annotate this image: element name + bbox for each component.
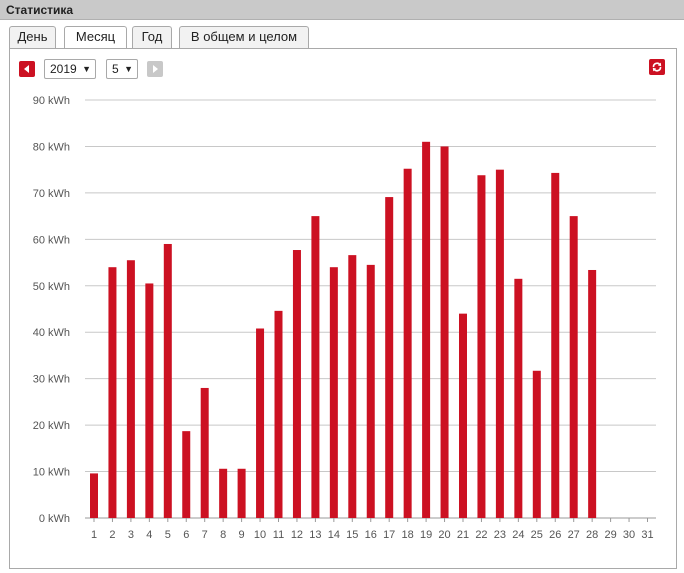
x-tick-label: 13 xyxy=(309,529,321,541)
x-tick-label: 1 xyxy=(91,529,97,541)
bar xyxy=(477,175,486,519)
y-tick-label: 10 kWh xyxy=(33,467,70,479)
bar xyxy=(329,267,338,518)
x-tick-label: 30 xyxy=(623,529,635,541)
bar xyxy=(366,264,375,518)
bar xyxy=(200,387,209,518)
x-tick-label: 26 xyxy=(549,529,561,541)
energy-bar-chart: 0 kWh 10 kWh 20 kWh 30 kWh 40 kWh 50 kWh 60 kW… xyxy=(33,95,656,541)
x-tick-label: 19 xyxy=(420,529,432,541)
x-tick-label: 3 xyxy=(128,529,134,541)
bar xyxy=(237,468,246,518)
x-tick-label: 24 xyxy=(512,529,524,541)
x-tick-label: 8 xyxy=(220,529,226,541)
x-tick-label: 25 xyxy=(531,529,543,541)
bar xyxy=(385,197,394,518)
bar xyxy=(163,243,172,518)
bar xyxy=(182,431,191,518)
y-tick-label: 20 kWh xyxy=(33,420,70,432)
bar xyxy=(459,313,467,518)
y-tick-label: 60 kWh xyxy=(33,234,70,246)
bar xyxy=(274,310,283,518)
bar xyxy=(551,172,560,518)
x-tick-label: 14 xyxy=(328,529,340,541)
x-tick-label: 21 xyxy=(457,529,469,541)
x-tick-label: 6 xyxy=(183,529,189,541)
bar xyxy=(108,267,117,518)
x-tick-label: 20 xyxy=(438,529,450,541)
x-tick-label: 16 xyxy=(365,529,377,541)
x-tick-label: 11 xyxy=(273,529,284,541)
x-tick-label: 27 xyxy=(568,529,580,541)
x-tick-label: 2 xyxy=(109,529,115,541)
x-tick-label: 28 xyxy=(586,529,598,541)
x-tick-label: 7 xyxy=(202,529,208,541)
y-tick-label: 70 kWh xyxy=(33,188,70,200)
bar xyxy=(422,141,431,519)
y-tick-label: 40 kWh xyxy=(33,327,70,339)
bar xyxy=(569,216,578,518)
x-tick-label: 10 xyxy=(254,529,266,541)
bar xyxy=(514,278,523,518)
x-tick-label: 15 xyxy=(346,529,358,541)
x-tick-label: 4 xyxy=(146,529,152,541)
y-tick-label: 50 kWh xyxy=(33,281,70,293)
bar xyxy=(588,269,597,518)
bar xyxy=(292,250,301,518)
bar xyxy=(256,328,265,518)
x-tick-label: 23 xyxy=(494,529,506,541)
bar xyxy=(90,473,98,518)
bar xyxy=(495,169,504,518)
y-tick-label: 0 kWh xyxy=(39,513,70,525)
bar xyxy=(440,146,449,518)
bar xyxy=(348,255,357,518)
y-tick-label: 90 kWh xyxy=(33,95,70,107)
x-tick-label: 9 xyxy=(239,529,245,541)
bar xyxy=(311,216,320,518)
bar xyxy=(145,283,154,518)
bar xyxy=(532,370,541,518)
bar xyxy=(126,260,135,518)
x-tick-label: 5 xyxy=(165,529,171,541)
bar xyxy=(403,168,412,518)
x-tick-label: 18 xyxy=(402,529,414,541)
y-tick-label: 30 kWh xyxy=(33,374,70,386)
x-tick-label: 12 xyxy=(291,529,303,541)
y-tick-label: 80 kWh xyxy=(33,141,70,153)
x-tick-label: 31 xyxy=(641,529,653,541)
x-tick-label: 17 xyxy=(383,529,395,541)
bar xyxy=(219,468,228,518)
x-tick-label: 22 xyxy=(475,529,487,541)
x-tick-label: 29 xyxy=(604,529,616,541)
